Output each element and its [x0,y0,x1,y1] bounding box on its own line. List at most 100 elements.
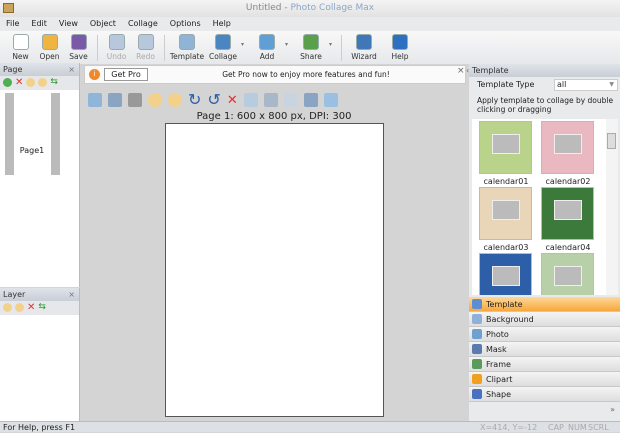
template-thumbnail[interactable] [479,253,532,295]
template-type-select[interactable]: all ▼ [554,79,618,91]
page-thumb-left [5,93,14,175]
frame-icon [472,359,482,369]
page-thumbnail[interactable] [14,93,51,175]
category-list: Template Background Photo Mask Frame Clipart S… [469,297,620,402]
collage-button[interactable]: Collage [205,34,241,61]
template-thumbnail[interactable] [479,187,532,240]
menu-view[interactable]: View [53,17,84,31]
category-photo[interactable]: Photo [469,327,620,342]
photo-slot [554,266,582,286]
template-thumbnail[interactable] [541,121,594,174]
swap-layer-icon[interactable]: ⇆ [38,303,46,313]
collage-label: Collage [209,52,237,61]
export-icon[interactable] [323,93,338,107]
align-icon[interactable] [243,93,258,107]
template-gallery: calendar01 calendar02 calendar03 calendar04 [472,119,606,295]
wizard-label: Wizard [351,52,377,61]
move-up-icon[interactable] [26,78,36,87]
promo-message: Get Pro now to enjoy more features and f… [222,70,390,79]
category-mask[interactable]: Mask [469,342,620,357]
category-frame[interactable]: Frame [469,357,620,372]
menu-collage[interactable]: Collage [122,17,164,31]
page-panel-close-button[interactable]: × [68,63,75,76]
promo-close-button[interactable]: × [457,66,465,76]
menu-edit[interactable]: Edit [25,17,53,31]
category-background[interactable]: Background [469,312,620,327]
status-coords: X=414, Y=-12 [480,423,538,432]
category-label: Background [486,314,534,324]
status-cap: CAP [548,423,564,432]
menu-file[interactable]: File [0,17,25,31]
template-thumbnail[interactable] [541,253,594,295]
size-icon[interactable] [283,93,298,107]
dropdown-arrow-icon[interactable]: ▾ [329,41,337,48]
category-clipart[interactable]: Clipart [469,372,620,387]
toolbar-separator [164,35,165,61]
add-page-icon[interactable] [3,78,12,87]
template-icon [179,34,195,50]
wizard-button[interactable]: Wizard [346,34,382,61]
photo-slot [554,200,582,220]
rotate-right-icon[interactable]: ↻ [188,92,201,108]
new-button[interactable]: New [6,34,35,61]
template-label: calendar02 [545,177,591,186]
layer-panel-close-button[interactable]: × [68,288,75,301]
collage-icon [215,34,231,50]
zoom-photo-icon[interactable] [108,93,122,107]
share-button[interactable]: Share [293,34,329,61]
share-label: Share [300,52,322,61]
menu-options[interactable]: Options [164,17,207,31]
rotate-left-icon[interactable]: ↺ [207,92,220,108]
category-label: Clipart [486,374,513,384]
new-label: New [12,52,29,61]
help-button[interactable]: Help [382,34,418,61]
dropdown-arrow-icon[interactable]: ▾ [285,41,293,48]
page-info-label: Page 1: 600 x 800 px, DPI: 300 [196,111,352,122]
move-down-icon[interactable] [38,78,48,87]
swap-icon[interactable]: ⇆ [50,78,58,88]
save-button[interactable]: Save [64,34,93,61]
expand-button[interactable]: » [610,405,615,414]
layer-down-icon[interactable] [15,303,24,312]
crop-fit-icon[interactable] [88,93,102,107]
delete-page-icon[interactable]: ✕ [15,78,23,88]
scrollbar-thumb[interactable] [607,133,616,149]
remove-photo-icon[interactable] [303,93,318,107]
delete-icon[interactable]: ✕ [227,93,238,108]
category-template[interactable]: Template [469,297,620,312]
page-label: Page1 [19,146,45,155]
send-backward-icon[interactable] [168,93,182,107]
delete-layer-icon[interactable]: ✕ [27,303,35,313]
title-bar: Untitled - Photo Collage Max [0,0,620,17]
crop-icon[interactable] [128,93,142,107]
category-label: Template [486,299,523,309]
layer-up-icon[interactable] [3,303,12,312]
add-button[interactable]: Add [249,34,285,61]
collage-canvas[interactable] [165,123,384,417]
toolbar-separator [97,35,98,61]
template-button[interactable]: Template [169,34,205,61]
open-button[interactable]: Open [35,34,64,61]
shape-icon [472,389,482,399]
photo-slot [492,134,520,154]
distribute-icon[interactable] [263,93,278,107]
template-thumbnail[interactable] [541,187,594,240]
dropdown-arrow-icon[interactable]: ▾ [241,41,249,48]
undo-button[interactable]: Undo [102,34,131,61]
bring-forward-icon[interactable] [148,93,162,107]
get-pro-button[interactable]: Get Pro [104,68,148,81]
add-icon [259,34,275,50]
layer-panel: Layer × ✕ ⇆ [0,288,80,421]
info-icon: i [89,69,100,80]
menu-help[interactable]: Help [207,17,237,31]
template-panel-title: Template [469,64,620,77]
template-scrollbar[interactable] [606,119,618,295]
layer-panel-header: Layer × [0,288,79,301]
menu-object[interactable]: Object [84,17,122,31]
redo-button[interactable]: Redo [131,34,160,61]
status-help: For Help, press F1 [3,423,76,432]
category-shape[interactable]: Shape [469,387,620,402]
template-panel-close[interactable]: ‹ [466,66,469,75]
template-thumbnail[interactable] [479,121,532,174]
new-icon [12,34,29,50]
